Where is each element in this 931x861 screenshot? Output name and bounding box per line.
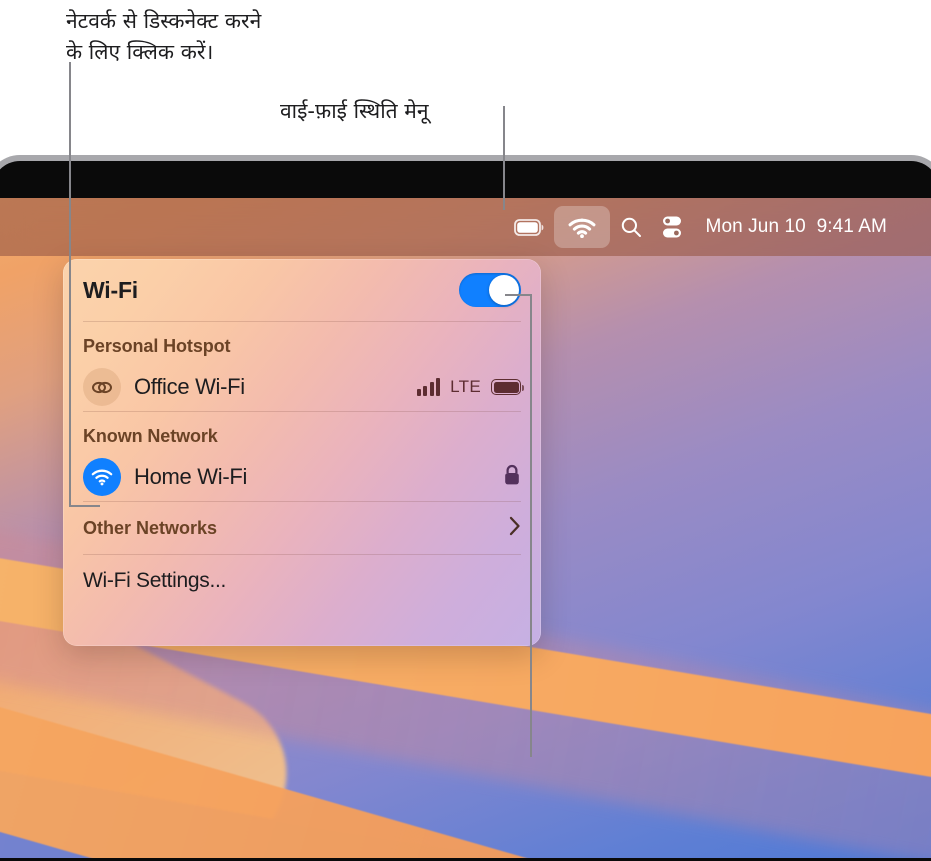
wifi-circle-icon — [83, 458, 121, 496]
section-header-personal-hotspot: Personal Hotspot — [83, 336, 231, 356]
wifi-power-toggle-knob — [489, 275, 519, 305]
leader-line-toggle-horizontal — [505, 294, 532, 296]
annotation-disconnect-caption: नेटवर्क से डिस्कनेक्ट करने के लिए क्लिक … — [66, 9, 262, 64]
signal-strength-icon — [416, 378, 441, 396]
menubar-clock[interactable]: Mon Jun 10 9:41 AM — [692, 216, 887, 238]
section-header-known-network: Known Network — [83, 426, 218, 446]
menubar-search-icon[interactable] — [610, 206, 652, 248]
menubar-battery-icon[interactable] — [504, 206, 554, 248]
annotation-status-menu-caption: वाई-फ़ाई स्थिति मेनू — [280, 99, 429, 123]
wifi-settings-row[interactable]: Wi-Fi Settings... — [63, 555, 541, 607]
leader-line-disconnect-horizontal — [69, 505, 100, 507]
other-networks-label: Other Networks — [83, 517, 218, 538]
wifi-panel-title: Wi-Fi — [83, 276, 138, 303]
wifi-settings-label: Wi-Fi Settings... — [83, 569, 227, 592]
wifi-status-menu-panel: Wi-Fi Personal Hotspot Office Wi-Fi LTE … — [63, 259, 541, 646]
other-networks-row[interactable]: Other Networks — [63, 502, 541, 554]
network-name-office-wifi: Office Wi-Fi — [134, 374, 245, 399]
chevron-right-icon — [509, 516, 521, 540]
menubar-wifi-icon[interactable] — [553, 206, 610, 248]
wifi-toggle-row: Wi-Fi — [63, 259, 541, 321]
network-name-home-wifi: Home Wi-Fi — [134, 464, 248, 489]
wifi-power-toggle[interactable] — [459, 273, 521, 307]
lock-icon — [503, 464, 521, 491]
network-row-home-wifi[interactable]: Home Wi-Fi — [63, 453, 541, 501]
leader-line-toggle-vertical — [530, 294, 532, 757]
hotspot-battery-icon — [491, 379, 525, 395]
network-row-office-wifi[interactable]: Office Wi-Fi LTE — [63, 363, 541, 411]
desktop-screen: Mon Jun 10 9:41 AM Wi-Fi Personal Hotspo… — [0, 198, 931, 858]
menubar-control-center-icon[interactable] — [652, 206, 692, 248]
leader-line-status-menu — [503, 106, 505, 210]
leader-line-disconnect-vertical — [69, 62, 71, 507]
menu-bar: Mon Jun 10 9:41 AM — [0, 198, 931, 256]
carrier-label: LTE — [450, 377, 481, 396]
hotspot-link-icon — [83, 368, 121, 406]
